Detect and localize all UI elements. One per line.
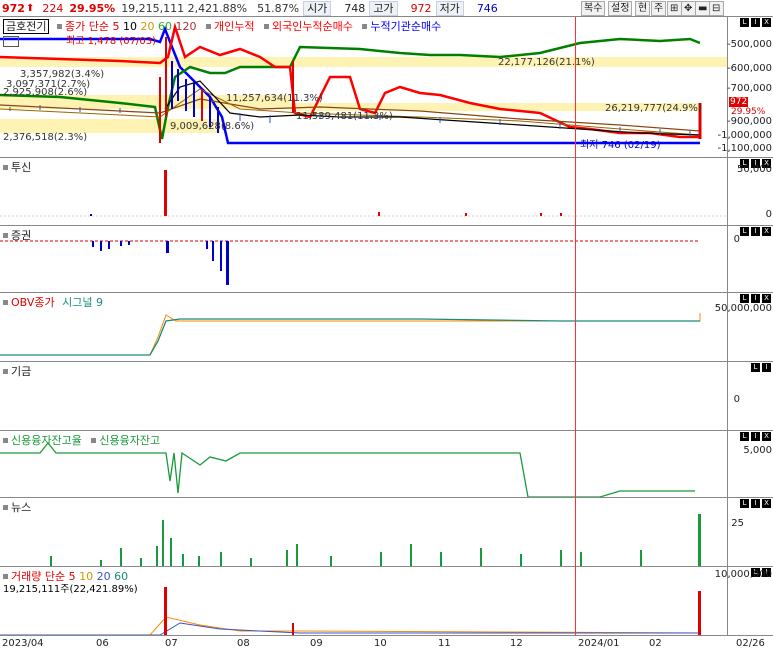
open-value: 748 — [344, 1, 366, 15]
current-price: 972 — [2, 1, 25, 15]
low-label: 저가 — [435, 0, 464, 16]
up-arrow-icon: ⬆ — [25, 2, 35, 14]
securities-panel: 증권 LIX 0 — [0, 225, 773, 293]
news-chart[interactable] — [0, 498, 727, 567]
price-change: 224 — [42, 1, 64, 15]
individual-legend: 개인누적 — [213, 20, 255, 33]
fund-panel: 기금 LI 0 — [0, 361, 773, 431]
y-label: 10,000,000 — [714, 569, 772, 580]
price-tag: 972 — [729, 97, 749, 107]
scroll-handle[interactable] — [3, 36, 19, 47]
news-panel: 뉴스 LIX 25 — [0, 497, 773, 567]
arrow-icon[interactable]: ✥ — [681, 1, 696, 16]
annotation-9: 9,009,628(8.6%) — [170, 121, 255, 132]
x-label: 2024/01 — [578, 638, 620, 649]
open-label: 시가 — [303, 0, 332, 16]
y-label: 25 — [731, 518, 744, 529]
grid-icon[interactable]: ⊞ — [667, 1, 682, 16]
y-label: -600,000 — [727, 63, 772, 74]
volume-y-axis: LI 10,000,000 — [715, 567, 773, 636]
annotation-6: 26,219,777(24.9%) — [605, 103, 702, 114]
y-label: 50,000 — [737, 164, 772, 175]
annotation-4: 2,376,518(2.3%) — [3, 132, 88, 143]
y-label: -1,100,000 — [717, 143, 772, 154]
x-label: 2023/04 — [2, 638, 44, 649]
obv-panel: OBV종가 시그널 9 LIX 50,000,000 — [0, 292, 773, 362]
high-label: 고가 — [369, 0, 398, 16]
volume-value: 19,215,111 — [121, 1, 185, 15]
y-label: 50,000,000 — [714, 303, 772, 314]
institution-legend: 누적기관순매수 — [370, 20, 442, 33]
y-label: -500,000 — [727, 39, 772, 50]
settings-button[interactable]: 설정 — [608, 1, 633, 16]
ma-60: 60 — [157, 20, 172, 33]
window-icon[interactable]: ⊟ — [709, 1, 724, 16]
multi-button[interactable]: 복수 — [581, 1, 606, 16]
news-y-axis: LIX 25 — [727, 498, 773, 567]
x-label: 02 — [649, 638, 662, 649]
x-label: 11 — [438, 638, 451, 649]
news-title: 뉴스 — [11, 501, 32, 514]
credit-title-2: 신용융자잔고 — [99, 434, 161, 447]
low-annotation: 최저 746 (02/19) — [580, 140, 661, 151]
annotation-7: 11,257,634(11.3%) — [226, 93, 323, 104]
obv-signal: 시그널 9 — [62, 296, 103, 309]
x-label: 10 — [374, 638, 387, 649]
fund-chart[interactable] — [0, 362, 727, 431]
high-value: 972 — [410, 1, 432, 15]
stock-name[interactable]: 금호전기 — [3, 19, 50, 34]
credit-y-axis: LIX 5,000 — [727, 431, 773, 498]
y-label: 0 — [733, 234, 740, 245]
annotation-8: 11,539,481(11.3%) — [296, 111, 393, 122]
x-label: 08 — [237, 638, 250, 649]
obv-chart[interactable] — [0, 293, 727, 362]
fund-title: 기금 — [11, 365, 32, 378]
obv-y-axis: LIX 50,000,000 — [715, 293, 773, 362]
securities-chart[interactable] — [0, 226, 727, 293]
trust-y-axis: LIX 50,000 0 — [727, 158, 773, 226]
x-label: 12 — [510, 638, 523, 649]
volume-ratio: 2,421.88% — [187, 1, 248, 15]
highlight-band-1 — [0, 57, 727, 67]
x-label: 07 — [165, 638, 178, 649]
foreign-legend: 외국인누적순매수 — [271, 20, 353, 33]
obv-title: OBV종가 — [11, 296, 55, 309]
price-tag-pct: 29.95% — [731, 107, 766, 117]
trust-chart[interactable] — [0, 158, 727, 226]
x-axis: 2023/04 06 07 08 09 10 11 12 2024/01 02 … — [0, 635, 773, 652]
y-label: 0 — [733, 394, 740, 405]
current-button[interactable]: 현 — [635, 1, 651, 16]
trust-panel: 투신 LIX 50,000 0 — [0, 157, 773, 226]
trust-title: 투신 — [11, 161, 32, 174]
y-label: 5,000 — [743, 445, 772, 456]
main-y-axis: LIX -500,000 -600,000 -700,000 -900,000 … — [717, 17, 773, 158]
annotation-3: 2,925,908(2.6%) — [3, 87, 88, 98]
change-percent: 29.95% — [69, 1, 116, 15]
turnover: 51.87% — [257, 1, 300, 15]
x-label: 02/26 — [736, 638, 765, 649]
annotation-5: 22,177,126(21.1%) — [498, 57, 595, 68]
volume-info: 19,215,111주(22,421.89%) — [3, 584, 138, 595]
main-price-panel: 금호전기 종가 단순 5 10 20 60 120 개인누적 외국인누적순매수 … — [0, 16, 773, 158]
securities-y-axis: LIX 0 — [727, 226, 773, 293]
y-label: -900,000 — [727, 116, 772, 127]
y-label: 0 — [765, 209, 772, 220]
fund-y-axis: LI 0 — [727, 362, 773, 431]
credit-panel: 신용융자잔고율 신용융자잔고 LIX 5,000 — [0, 430, 773, 498]
panel-controls[interactable]: LIX — [740, 18, 771, 27]
minimize-icon[interactable]: ▬ — [695, 1, 710, 16]
volume-panel: 거래량 단순 5 10 20 60 19,215,111주(22,421.89%… — [0, 566, 773, 636]
x-label: 09 — [310, 638, 323, 649]
y-label: -1,000,000 — [717, 130, 772, 141]
low-value: 746 — [476, 1, 498, 15]
high-annotation: 최고 1,478 (07/03) — [66, 36, 157, 47]
securities-title: 증권 — [11, 229, 32, 242]
stock-button[interactable]: 주 — [651, 1, 667, 16]
selected-date-line[interactable] — [575, 17, 576, 635]
y-label: -700,000 — [727, 83, 772, 94]
ma-120: 120 — [175, 20, 197, 33]
credit-title: 신용융자잔고율 — [11, 434, 82, 447]
x-label: 06 — [96, 638, 109, 649]
